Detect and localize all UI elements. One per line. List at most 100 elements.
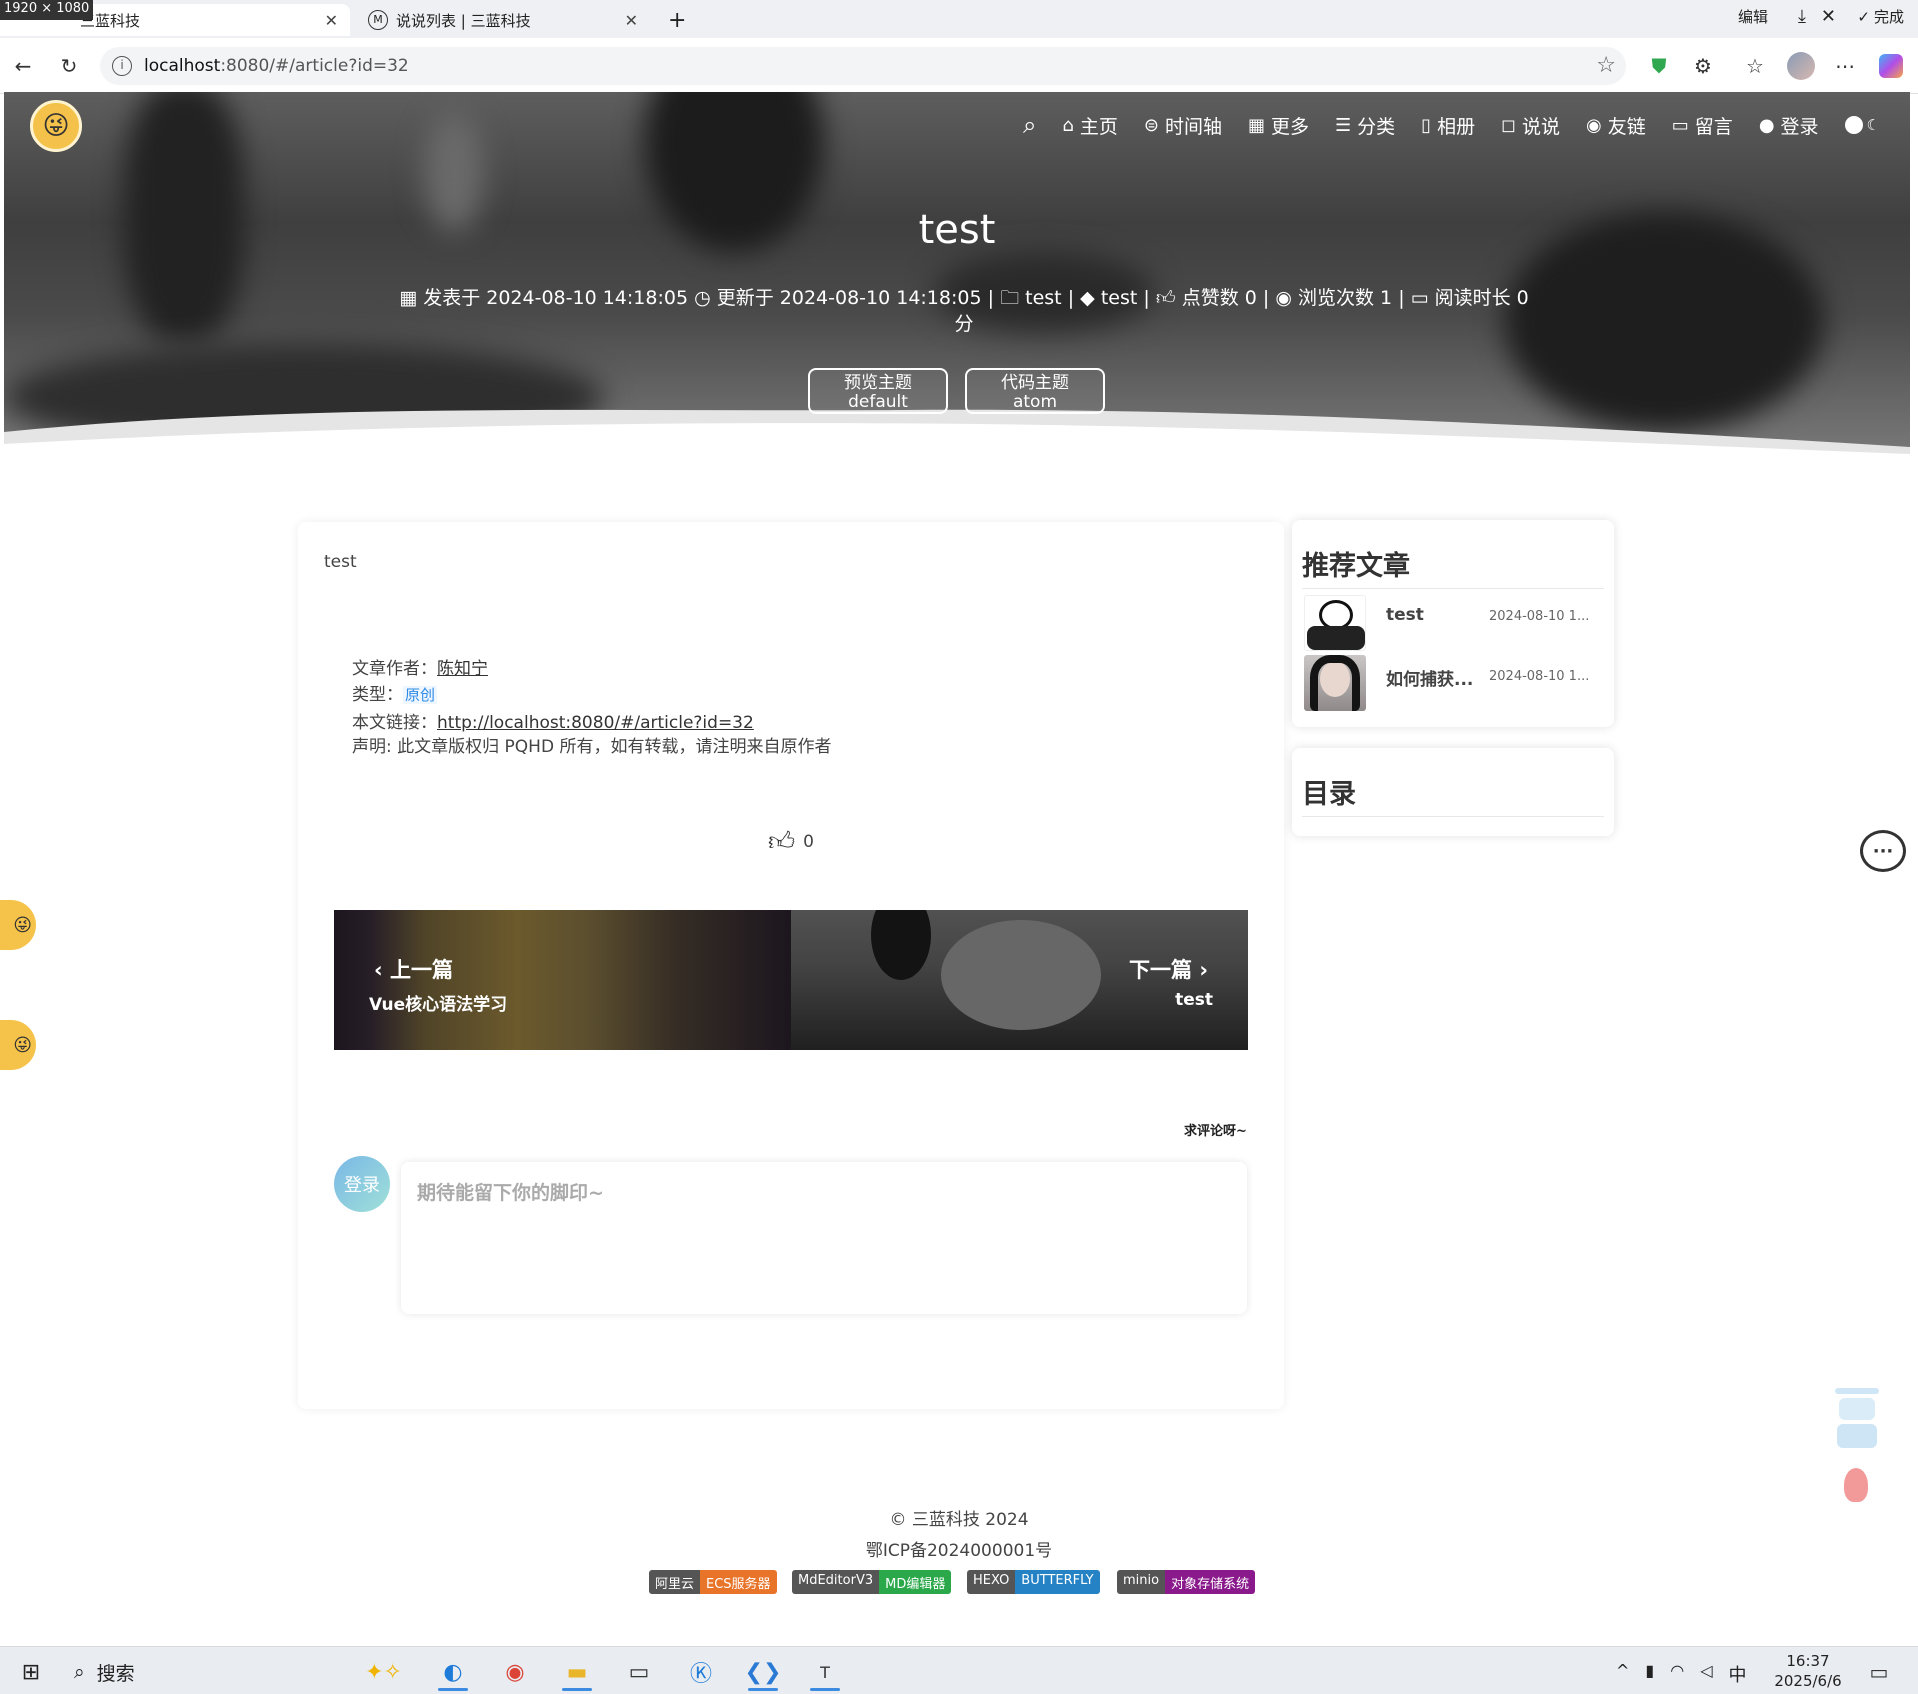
nav-item-home[interactable]: ⌂ 主页 (1062, 112, 1117, 139)
tab-inactive[interactable]: M 说说列表 | 三蓝科技 ✕ (356, 4, 650, 36)
meta-separator: | (1262, 287, 1270, 309)
footer-badge[interactable]: 阿里云 ECS服务器 (649, 1570, 777, 1594)
search-icon: ⌕ (74, 1661, 85, 1683)
extensions-icon[interactable]: ⚙ (1688, 51, 1718, 81)
resolution-badge: 1920 × 1080 (0, 0, 94, 20)
close-icon[interactable]: ✕ (625, 11, 638, 30)
reload-icon[interactable]: ↻ (54, 51, 84, 81)
recommend-thumbnail (1304, 655, 1366, 711)
more-icon[interactable]: ⋯ (1830, 51, 1860, 81)
nav-item-login[interactable]: ● 登录 (1759, 112, 1819, 139)
comment-login-avatar[interactable]: 登录 (334, 1156, 390, 1212)
badge-right: ECS服务器 (700, 1570, 777, 1594)
comment-input[interactable]: 期待能留下你的脚印~ (401, 1162, 1247, 1314)
chrome-icon[interactable]: ◉ (490, 1653, 540, 1691)
prev-post-card[interactable]: ‹ 上一篇 Vue核心语法学习 (334, 910, 791, 1050)
new-tab-button[interactable]: + (656, 4, 696, 36)
nav-item-category[interactable]: ☰ 分类 (1335, 112, 1395, 139)
nav-label: 说说 (1522, 115, 1561, 138)
notification-icon[interactable]: ▭ (1854, 1653, 1904, 1691)
address-bar: ← ↻ i localhost :8080/#/article?id=32 ☆ … (0, 38, 1918, 94)
close-icon[interactable]: ✕ (325, 11, 338, 30)
theme-toggle[interactable]: ☾ (1844, 116, 1880, 134)
recommend-item-title: test (1386, 605, 1424, 625)
url-host: localhost (144, 56, 221, 76)
badge-left: HEXO (967, 1570, 1016, 1594)
clock-time: 16:37 (1786, 1652, 1830, 1670)
meta-published: 发表于 2024-08-10 14:18:05 (423, 287, 689, 309)
nav-item-more[interactable]: ▦ 更多 (1248, 112, 1309, 139)
edit-button[interactable]: 编辑 (1738, 6, 1768, 27)
thumbs-up-icon: 👍︎ (768, 827, 796, 857)
next-title: test (1175, 990, 1213, 1010)
footer-badge[interactable]: minio 对象存储系统 (1117, 1570, 1256, 1594)
vscode-icon[interactable]: ❮❯ (738, 1653, 788, 1691)
shield-icon[interactable]: ⛊ (1644, 51, 1674, 81)
meta-tag[interactable]: test (1101, 287, 1138, 309)
footer-badge[interactable]: HEXO BUTTERFLY (967, 1570, 1100, 1594)
meta-reading-unit: 分 (954, 313, 974, 335)
prev-title: Vue核心语法学习 (369, 995, 508, 1015)
tab-favicon-icon: M (368, 10, 388, 30)
favorites-icon[interactable]: ☆ (1740, 51, 1770, 81)
chevron-up-icon[interactable]: ^ (1616, 1661, 1629, 1687)
recommend-item[interactable]: 如何捕获... 2024-08-10 1... (1304, 655, 1604, 711)
back-icon[interactable]: ← (8, 51, 38, 81)
badge-right: 对象存储系统 (1165, 1570, 1256, 1594)
footer-badge[interactable]: MdEditorV3 MD编辑器 (792, 1570, 952, 1594)
footer-icp[interactable]: 鄂ICP备2024000001号 (0, 1536, 1918, 1561)
done-button[interactable]: ✓ 完成 (1857, 6, 1904, 27)
code-theme-button[interactable]: 代码主题 atom (965, 368, 1105, 414)
live2d-mascot[interactable]: 😜 (0, 900, 36, 950)
copilot-icon[interactable] (1876, 51, 1906, 81)
typora-icon[interactable]: T (800, 1653, 850, 1691)
tag-icon: ◆ (1080, 287, 1095, 309)
toc-card: 目录 (1292, 748, 1614, 836)
search-icon[interactable]: ⌕ (1023, 111, 1036, 139)
back-to-top-button[interactable] (1834, 1388, 1880, 1468)
nav-item-album[interactable]: ▯ 相册 (1421, 112, 1475, 139)
url-input[interactable]: i localhost :8080/#/article?id=32 ☆ (100, 47, 1626, 85)
button-label: 代码主题 (1001, 373, 1069, 393)
nav-item-talk[interactable]: ◻ 说说 (1501, 112, 1560, 139)
meta-updated: 更新于 2024-08-10 14:18:05 (716, 287, 982, 309)
download-icon[interactable]: ⤓ (1798, 6, 1806, 27)
nav-item-friends[interactable]: ◉ 友链 (1586, 112, 1646, 139)
nav-item-timeline[interactable]: ⊜ 时间轴 (1144, 112, 1222, 139)
close-icon[interactable]: ✕ (1821, 6, 1836, 27)
ime-indicator[interactable]: 中 (1729, 1661, 1747, 1687)
author-link[interactable]: 陈知宁 (437, 659, 488, 679)
site-logo[interactable]: 😜 (30, 100, 82, 152)
k-app-icon[interactable]: Ⓚ (676, 1653, 726, 1691)
next-post-card[interactable]: 下一篇 › test (791, 910, 1248, 1050)
recommend-item[interactable]: test 2024-08-10 1... (1304, 595, 1604, 651)
like-button[interactable]: 👍︎ 0 (768, 826, 814, 857)
clock[interactable]: 16:37 2025/6/6 (1760, 1651, 1856, 1691)
wifi-icon[interactable]: ◠ (1670, 1661, 1684, 1687)
mascot-face-icon: 😜 (13, 914, 32, 936)
profile-avatar[interactable] (1786, 51, 1816, 81)
url-path: :8080/#/article?id=32 (220, 56, 409, 76)
chat-bubble-icon[interactable]: ··· (1860, 830, 1906, 872)
info-icon[interactable]: i (112, 56, 132, 76)
volume-icon[interactable]: ◁ (1700, 1661, 1712, 1687)
file-explorer-icon[interactable]: ▬ (552, 1653, 602, 1691)
battery-icon[interactable]: ▮ (1645, 1661, 1654, 1687)
live2d-mascot[interactable]: 😜 (0, 1020, 36, 1070)
meta-separator: | (1067, 287, 1075, 309)
preview-theme-button[interactable]: 预览主题 default (808, 368, 948, 414)
windows-start-icon[interactable]: ⊞ (6, 1653, 56, 1691)
nav-item-message[interactable]: ▭ 留言 (1672, 112, 1733, 139)
folder-icon: 🗀 (1000, 287, 1020, 309)
favorite-star-icon[interactable]: ☆ (1596, 53, 1616, 78)
taskbar-search[interactable]: ⌕ 搜索 ✦✧ (58, 1653, 418, 1691)
terminal-icon[interactable]: ▭ (614, 1653, 664, 1691)
edge-icon[interactable]: ◐ (428, 1653, 478, 1691)
rocket-icon[interactable] (1844, 1468, 1868, 1502)
article-url-link[interactable]: http://localhost:8080/#/article?id=32 (437, 713, 754, 733)
top-nav: ⌕ ⌂ 主页 ⊜ 时间轴 ▦ 更多 ☰ 分类 ▯ 相册 ◻ 说说 ◉ 友链 ▭ … (1023, 108, 1880, 142)
sparkle-icon: ✦✧ (365, 1659, 402, 1685)
link-label: 本文链接： (352, 713, 437, 733)
meta-category[interactable]: test (1025, 287, 1062, 309)
meta-separator: | (1398, 287, 1405, 309)
